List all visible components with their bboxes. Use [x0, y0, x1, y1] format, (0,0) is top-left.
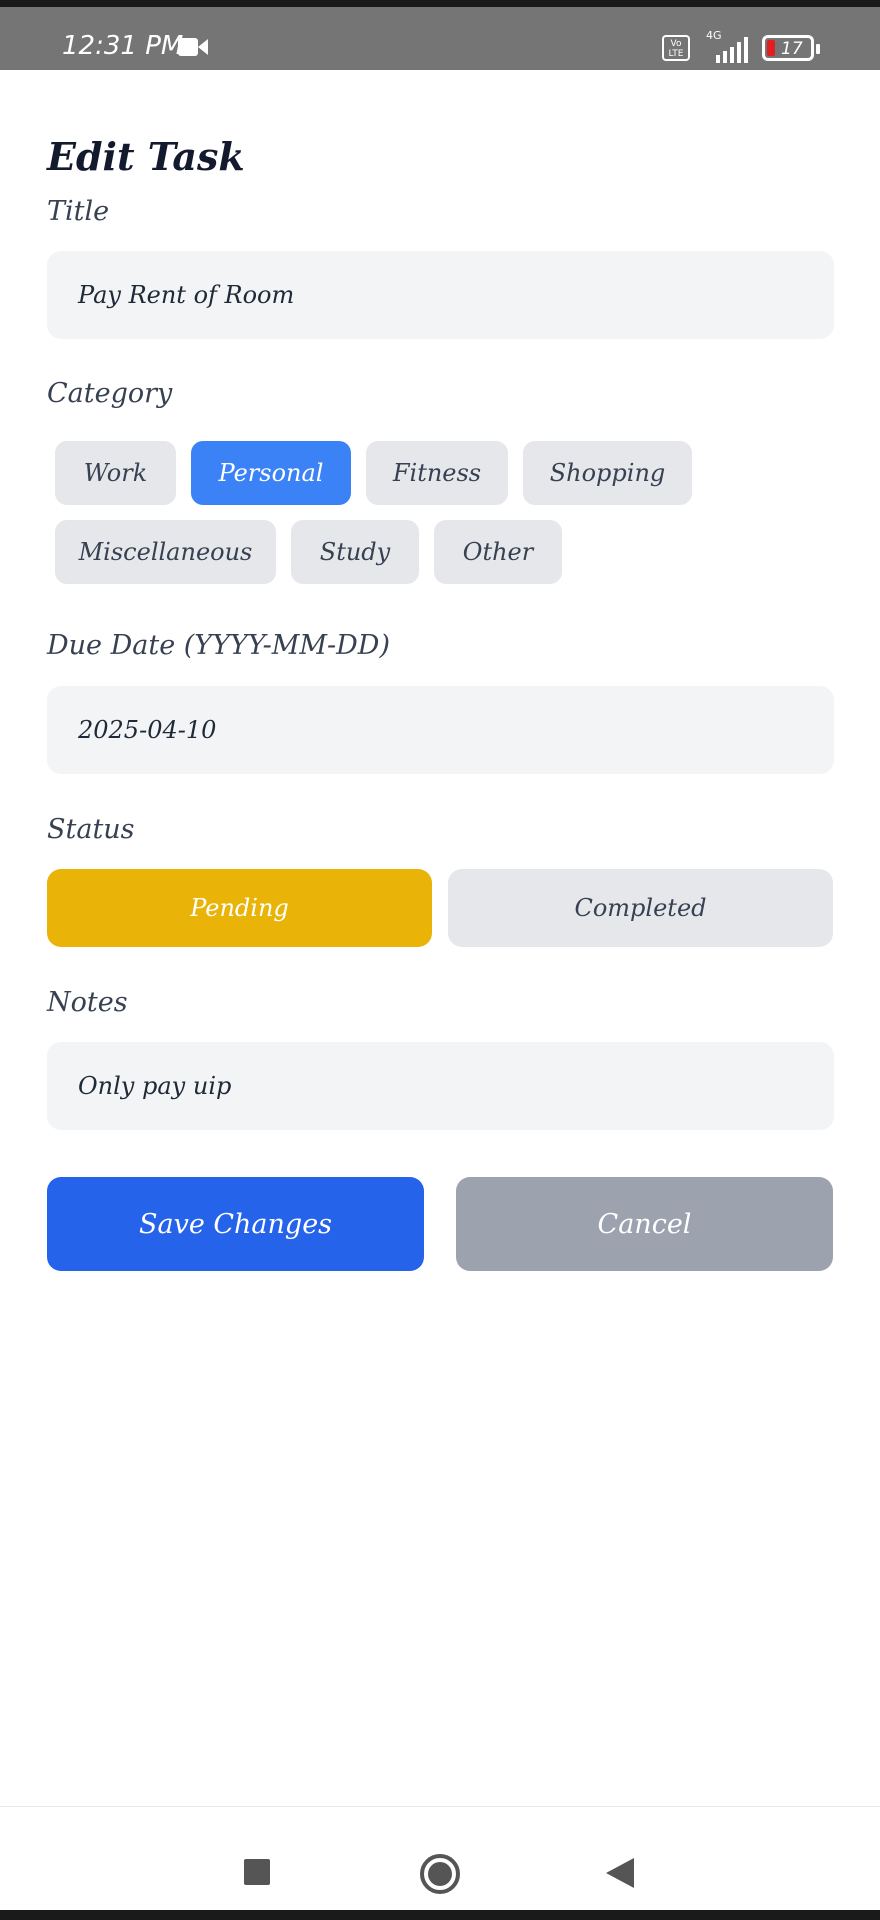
- title-label: Title: [47, 196, 110, 227]
- top-edge: [0, 0, 880, 7]
- due-date-label: Due Date (YYYY-MM-DD): [47, 630, 390, 661]
- status-time: 12:31 PM: [62, 31, 184, 61]
- navigation-bar: [0, 1806, 880, 1910]
- status-bar: 12:31 PM Vo LTE 4G 17: [0, 7, 880, 70]
- recents-square-icon[interactable]: [244, 1859, 270, 1889]
- battery-level: 17: [781, 39, 803, 59]
- volte-icon: Vo LTE: [662, 35, 690, 61]
- home-circle-icon[interactable]: [419, 1853, 461, 1899]
- due-date-input[interactable]: 2025-04-10: [47, 686, 834, 774]
- notes-label: Notes: [47, 987, 128, 1018]
- category-chip-study[interactable]: Study: [291, 520, 419, 584]
- notes-input[interactable]: Only pay uip: [47, 1042, 834, 1130]
- back-triangle-icon[interactable]: [606, 1858, 634, 1892]
- status-completed-button[interactable]: Completed: [448, 869, 833, 947]
- video-camera-icon: [178, 37, 208, 61]
- category-chip-personal[interactable]: Personal: [191, 441, 351, 505]
- status-label: Status: [47, 814, 135, 845]
- title-input[interactable]: Pay Rent of Room: [47, 251, 834, 339]
- category-chip-shopping[interactable]: Shopping: [523, 441, 692, 505]
- category-chip-fitness[interactable]: Fitness: [366, 441, 508, 505]
- category-chip-work[interactable]: Work: [55, 441, 176, 505]
- bottom-edge: [0, 1910, 880, 1920]
- signal-icon: [716, 37, 750, 67]
- category-label: Category: [47, 378, 173, 409]
- category-chip-miscellaneous[interactable]: Miscellaneous: [55, 520, 276, 584]
- cancel-button[interactable]: Cancel: [456, 1177, 833, 1271]
- battery-icon: 17: [762, 35, 814, 61]
- save-changes-button[interactable]: Save Changes: [47, 1177, 424, 1271]
- page-title: Edit Task: [47, 134, 245, 179]
- status-pending-button[interactable]: Pending: [47, 869, 432, 947]
- category-chip-other[interactable]: Other: [434, 520, 562, 584]
